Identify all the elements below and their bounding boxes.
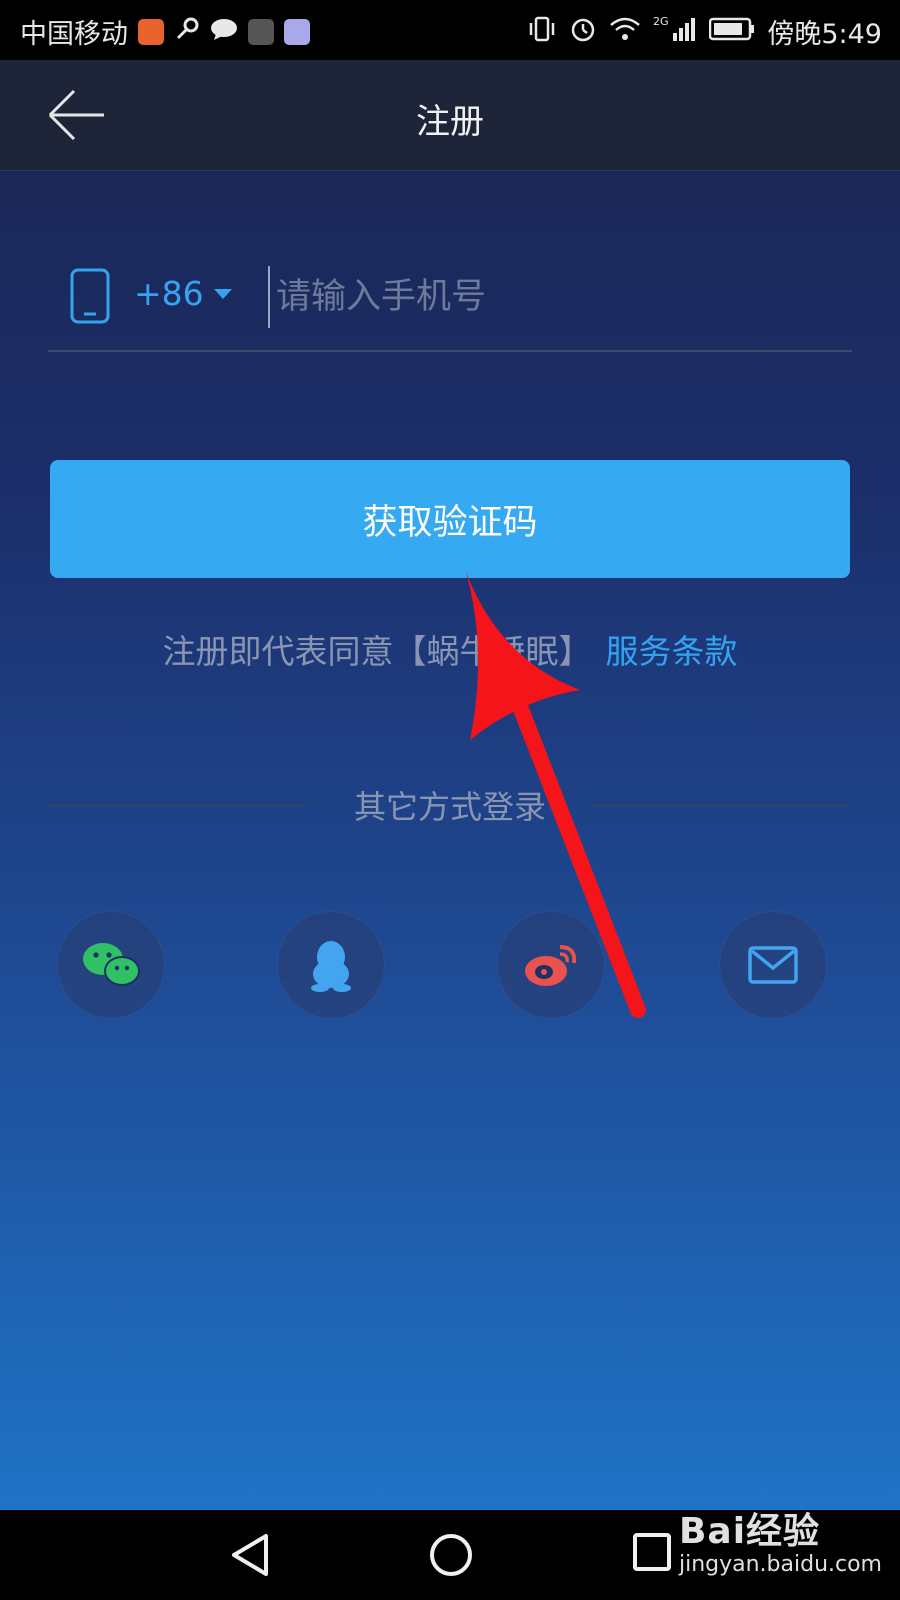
qq-penguin-icon	[311, 941, 351, 992]
get-verification-code-button[interactable]: 获取验证码	[50, 460, 850, 578]
nav-home-button[interactable]	[428, 1532, 474, 1582]
square-recents-icon	[633, 1533, 671, 1571]
clock-time: 傍晚5:49	[767, 19, 882, 50]
phone-number-input[interactable]	[268, 266, 838, 328]
terms-agreement: 注册即代表同意【蜗牛睡眠】 服务条款	[0, 625, 900, 673]
triangle-back-icon	[232, 1534, 268, 1576]
top-app-bar: 注册	[0, 60, 900, 171]
chat-bubble-icon	[210, 17, 238, 47]
status-bar: 中国移动 2G 傍晚5:49	[0, 0, 900, 60]
terms-suffix: 】	[558, 632, 592, 671]
nav-recents-button[interactable]	[632, 1532, 672, 1576]
get-code-label: 获取验证码	[362, 502, 538, 543]
watermark-url: jingyan.baidu.com	[678, 1552, 882, 1577]
watermark-brand: Bai经验	[678, 1511, 821, 1552]
email-login-button[interactable]	[720, 912, 826, 1018]
country-code: +86	[134, 274, 204, 313]
register-screen: 注册 +86 获取验证码 注册即代表同意【蜗牛睡眠】服务条款 其它方式登录	[0, 60, 900, 1510]
qq-login-button[interactable]	[278, 912, 384, 1018]
music-app-icon	[284, 18, 310, 45]
page-title: 注册	[416, 102, 484, 142]
nav-back-button[interactable]	[230, 1532, 270, 1582]
carrier-label: 中国移动	[20, 19, 128, 50]
video-app-icon	[138, 18, 164, 45]
alarm-icon	[569, 15, 597, 49]
battery-icon	[709, 17, 755, 47]
wifi-icon	[609, 16, 641, 48]
weibo-icon	[525, 945, 577, 986]
dropdown-caret-icon	[213, 288, 232, 299]
key-icon	[174, 16, 200, 48]
baidu-jingyan-watermark: Bai经验 jingyan.baidu.com	[679, 1502, 882, 1577]
soul-app-icon	[248, 18, 274, 45]
terms-of-service-link[interactable]: 服务条款	[606, 632, 738, 671]
input-underline	[48, 350, 852, 352]
wechat-icon	[83, 943, 140, 986]
signal-icon: 2G	[653, 15, 697, 49]
vibrate-icon	[527, 16, 557, 48]
phone-number-row: +86	[48, 260, 852, 352]
circle-home-icon	[430, 1534, 472, 1576]
terms-hidden-part: 睡眠	[492, 632, 559, 671]
other-login-label: 其它方式登录	[353, 788, 546, 826]
country-code-selector[interactable]: +86	[134, 274, 232, 313]
other-login-divider: 其它方式登录	[48, 780, 852, 830]
weibo-login-button[interactable]	[498, 912, 604, 1018]
terms-prefix: 注册即代表同意【蜗牛	[162, 632, 493, 671]
network-type: 2G	[653, 15, 669, 28]
wechat-login-button[interactable]	[58, 912, 164, 1018]
email-icon	[748, 946, 798, 984]
phone-icon	[70, 268, 110, 324]
